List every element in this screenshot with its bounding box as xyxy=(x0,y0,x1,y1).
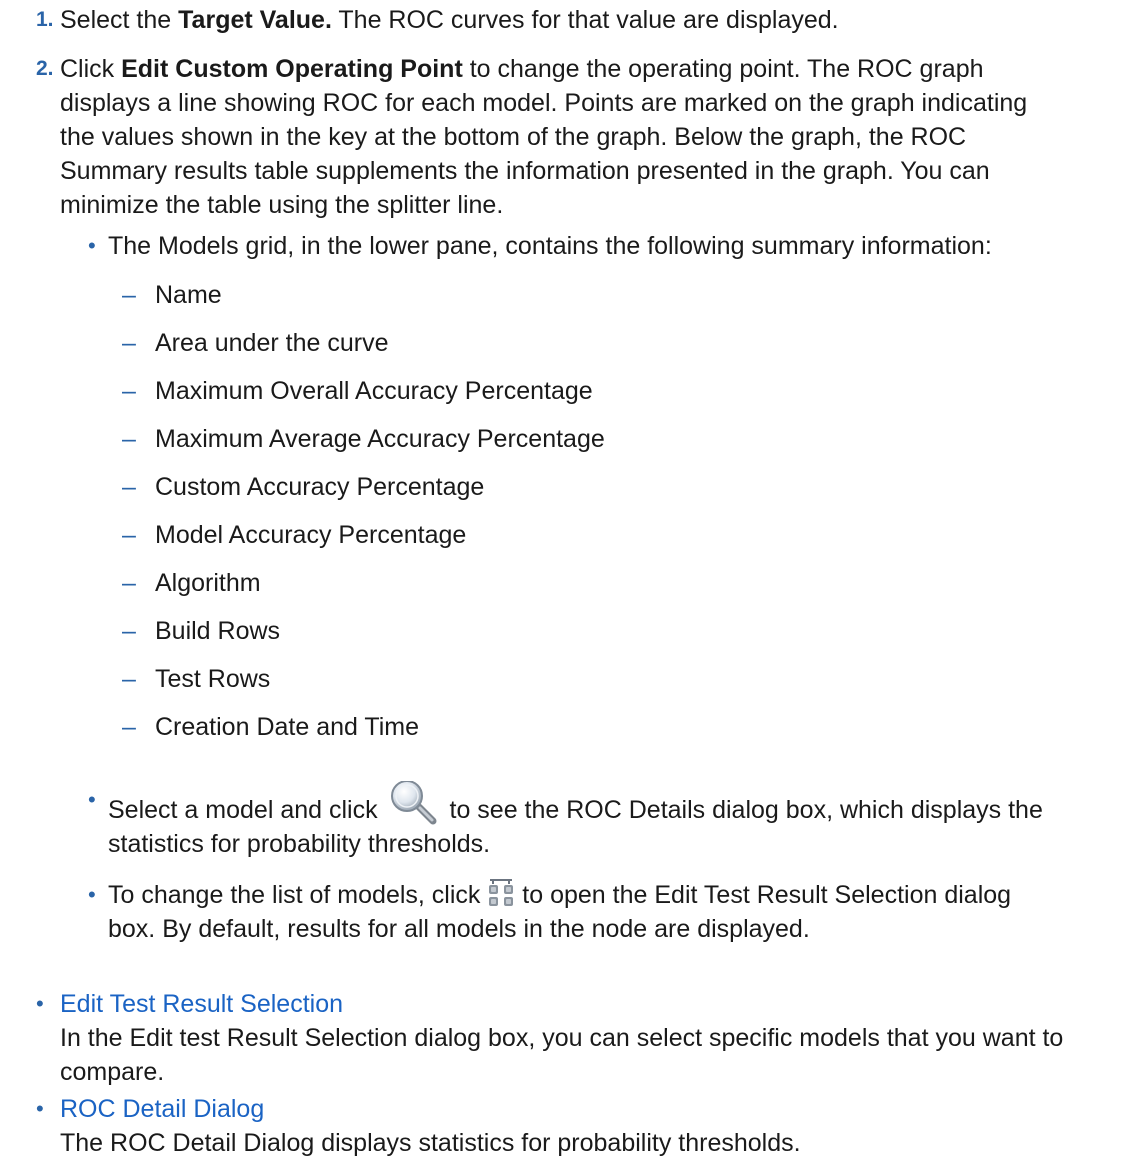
change-models-text: To change the list of models, click to o… xyxy=(108,878,1132,946)
bullet-dot: • xyxy=(36,991,44,1016)
edit-custom-operating-point-term: Edit Custom Operating Point xyxy=(121,55,463,83)
test-result-selection-icon[interactable] xyxy=(487,878,515,908)
magnifier-icon[interactable] xyxy=(385,780,443,825)
edit-test-result-selection-link[interactable]: Edit Test Result Selection xyxy=(60,990,343,1018)
help-page: 1. Select the Target Value. The ROC curv… xyxy=(0,0,1142,1159)
bullet-dot: • xyxy=(88,787,96,812)
step-2-text: Click Edit Custom Operating Point to cha… xyxy=(60,55,1028,219)
bullet-dot: • xyxy=(88,882,96,907)
target-value-term: Target Value. xyxy=(178,6,332,34)
step-1-text: Select the Target Value. The ROC curves … xyxy=(60,6,839,34)
models-grid-intro: The Models grid, in the lower pane, cont… xyxy=(108,232,992,260)
bullet-dot: • xyxy=(88,233,96,258)
step-number: 1. xyxy=(36,8,54,31)
roc-detail-dialog-link[interactable]: ROC Detail Dialog xyxy=(60,1095,264,1123)
step-number: 2. xyxy=(36,57,54,80)
select-model-text: Select a model and click to see the ROC … xyxy=(108,780,1132,861)
bullet-dot: • xyxy=(36,1096,44,1121)
